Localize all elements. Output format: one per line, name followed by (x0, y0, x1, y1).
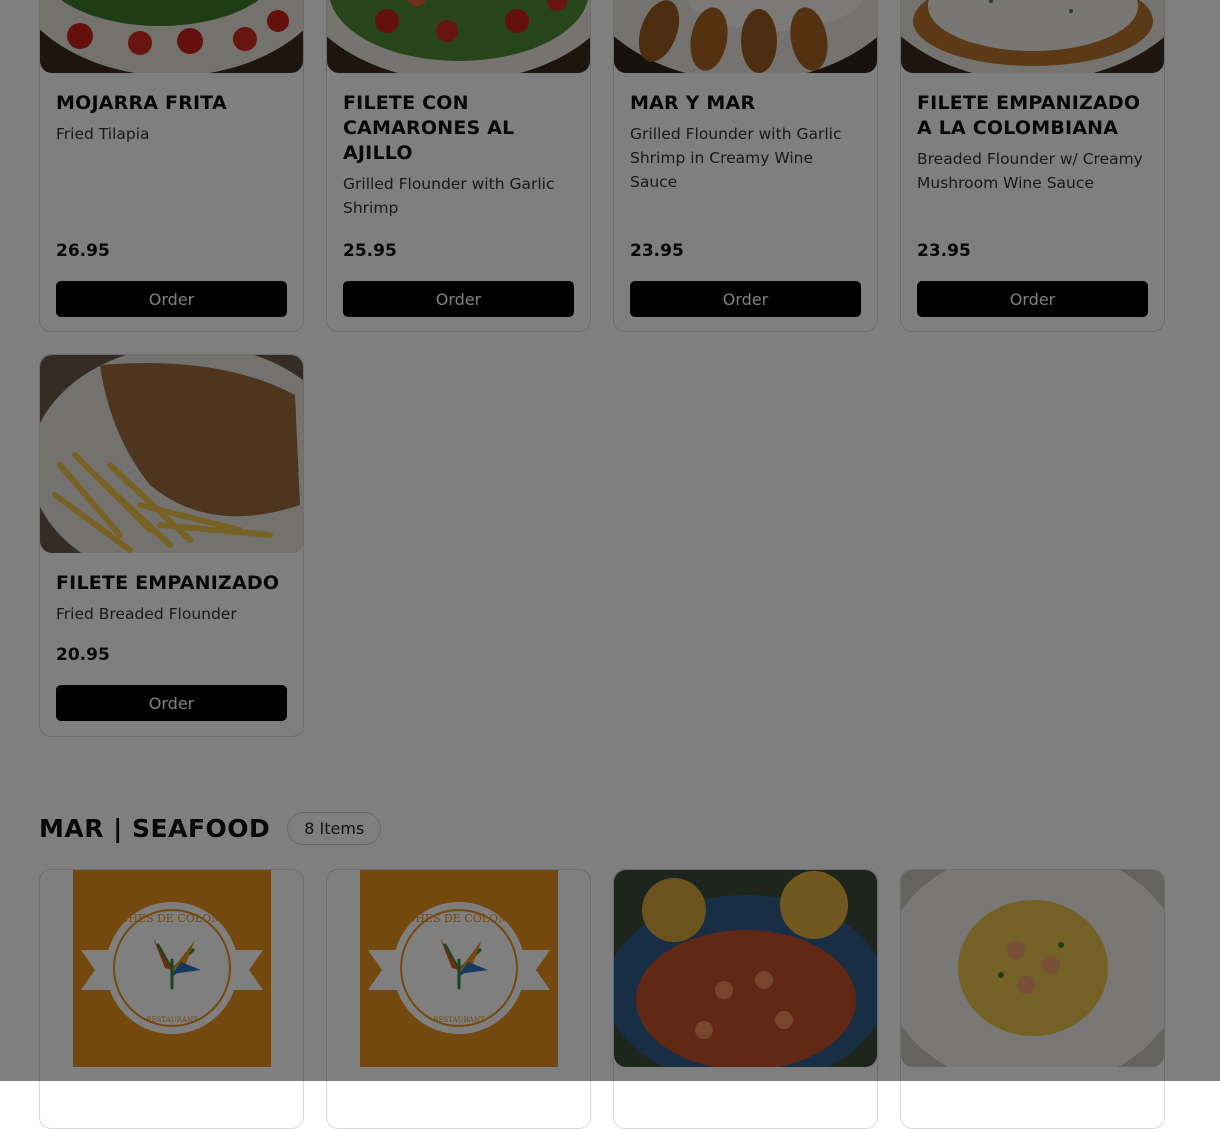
dish-price: 23.95 (630, 241, 684, 261)
logo-top-text: NOCHES DE COLOMBIA (388, 912, 531, 925)
dish-name: MAR Y MAR (630, 92, 756, 114)
order-button[interactable]: Order (56, 281, 287, 317)
dish-price: 23.95 (917, 241, 971, 261)
dish-description: Fried Tilapia (56, 125, 150, 143)
menu-item-card[interactable]: NOCHES DE COLOMBIA RESTAURANT (39, 869, 304, 1129)
dish-image (614, 0, 877, 73)
order-button[interactable]: Order (56, 685, 287, 721)
item-count-badge: 8 Items (287, 812, 382, 845)
dish-description: Grilled Flounder with Garlic Shrimp (343, 175, 555, 217)
menu-item-card[interactable] (900, 869, 1165, 1129)
menu-item-card[interactable]: FILETE EMPANIZADO Fried Breaded Flounder… (39, 354, 304, 737)
logo-top-text: NOCHES DE COLOMBIA (101, 912, 244, 925)
dish-name: FILETE EMPANIZADO A LA COLOMBIANA (917, 92, 1141, 139)
logo-bottom-text: RESTAURANT (433, 1016, 485, 1024)
dish-price: 26.95 (56, 241, 110, 261)
dish-image: NOCHES DE COLOMBIA RESTAURANT (327, 870, 590, 1067)
dish-image (901, 0, 1164, 73)
dish-name: MOJARRA FRITA (56, 92, 227, 114)
dish-image: NOCHES DE COLOMBIA RESTAURANT (40, 870, 303, 1067)
restaurant-logo: NOCHES DE COLOMBIA RESTAURANT (72, 870, 271, 1067)
order-button[interactable]: Order (630, 281, 861, 317)
order-button[interactable]: Order (343, 281, 574, 317)
menu-item-card[interactable]: MAR Y MAR Grilled Flounder with Garlic S… (613, 0, 878, 332)
dish-image (40, 355, 303, 553)
dish-image (40, 0, 303, 73)
menu-grid-top: MOJARRA FRITA Fried Tilapia 26.95 Order (39, 0, 1165, 737)
menu-item-card[interactable]: NOCHES DE COLOMBIA RESTAURANT (326, 869, 591, 1129)
menu-item-card[interactable]: FILETE CON CAMARONES AL AJILLO Grilled F… (326, 0, 591, 332)
section-title: MAR | SEAFOOD (39, 814, 271, 843)
dish-description: Grilled Flounder with Garlic Shrimp in C… (630, 125, 842, 191)
dish-description: Breaded Flounder w/ Creamy Mushroom Wine… (917, 150, 1143, 192)
menu-grid-seafood: NOCHES DE COLOMBIA RESTAURANT NOCHES DE … (39, 869, 1165, 1129)
dish-price: 25.95 (343, 241, 397, 261)
menu-item-card[interactable]: MOJARRA FRITA Fried Tilapia 26.95 Order (39, 0, 304, 332)
logo-bottom-text: RESTAURANT (146, 1016, 198, 1024)
section-header: MAR | SEAFOOD 8 Items (39, 812, 382, 845)
restaurant-logo: NOCHES DE COLOMBIA RESTAURANT (359, 870, 558, 1067)
menu-item-card[interactable]: FILETE EMPANIZADO A LA COLOMBIANA Breade… (900, 0, 1165, 332)
order-button[interactable]: Order (917, 281, 1148, 317)
menu-item-card[interactable] (613, 869, 878, 1129)
dish-name: FILETE EMPANIZADO (56, 572, 280, 594)
dish-image (327, 0, 590, 73)
dish-image (901, 870, 1164, 1067)
dish-image (614, 870, 877, 1067)
dish-price: 20.95 (56, 645, 110, 665)
dish-name: FILETE CON CAMARONES AL AJILLO (343, 92, 515, 164)
dish-description: Fried Breaded Flounder (56, 605, 237, 623)
